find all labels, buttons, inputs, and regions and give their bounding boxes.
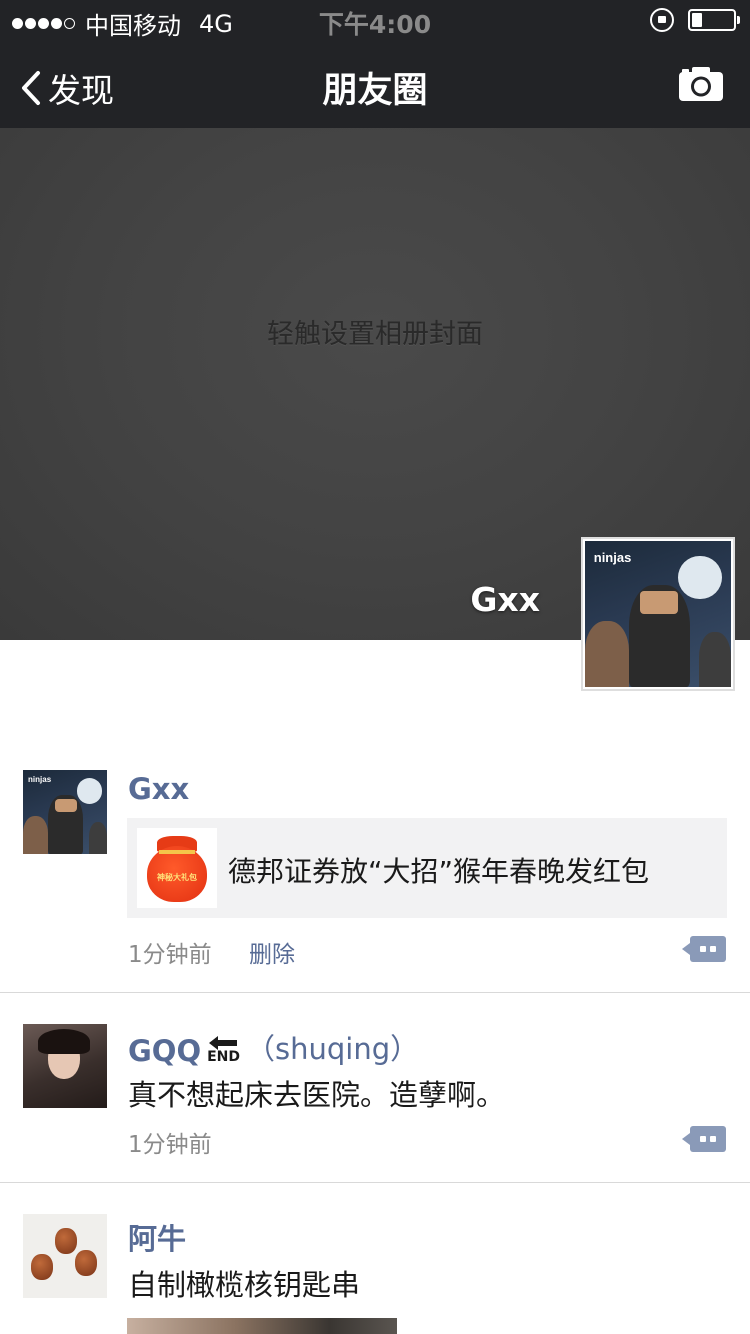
avatar[interactable] <box>23 1024 107 1108</box>
status-bar: 中国移动 4G 下午4:00 <box>0 0 750 40</box>
bead-shape <box>75 1250 97 1276</box>
battery-icon <box>688 9 740 31</box>
comment-icon[interactable] <box>682 1126 726 1152</box>
divider <box>0 992 750 993</box>
end-badge-text: END <box>207 1049 241 1065</box>
nav-bar: 发现 朋友圈 <box>0 40 750 128</box>
bag-label: 神秘大礼包 <box>157 873 197 882</box>
camera-button[interactable] <box>678 66 724 106</box>
bead-shape <box>55 1228 77 1254</box>
bag-tie <box>159 850 195 854</box>
figure-shape <box>23 816 49 854</box>
comment-icon[interactable] <box>682 936 726 962</box>
portrait-avatar-image <box>23 1024 107 1108</box>
link-thumbnail: 神秘大礼包 <box>137 828 217 908</box>
moon-shape <box>678 555 723 600</box>
link-title: 德邦证券放“大招”猴年春晚发红包 <box>228 855 650 888</box>
post-text: 自制橄榄核钥匙串 <box>128 1268 361 1302</box>
post-time: 1分钟前 <box>128 1132 212 1158</box>
face-shape <box>54 798 77 812</box>
status-right <box>650 8 740 32</box>
figure-shape <box>585 621 629 687</box>
camera-icon <box>679 67 723 101</box>
post-username[interactable]: Gxx <box>128 772 189 806</box>
post-time: 1分钟前 <box>128 942 212 968</box>
figure-shape <box>698 631 731 687</box>
status-time: 下午4:00 <box>318 10 432 39</box>
olive-pit-avatar-image <box>23 1214 107 1298</box>
cover-hint: 轻触设置相册封面 <box>267 319 483 350</box>
page-title: 朋友圈 <box>322 71 428 111</box>
battery-fill <box>692 13 702 27</box>
avatar-logo-text: ninjas <box>593 549 632 565</box>
arrow-left-icon <box>208 1036 237 1050</box>
avatar-logo-text: ninjas <box>28 775 52 785</box>
username-text: GQQ <box>128 1034 202 1068</box>
dot <box>700 946 706 952</box>
avatar[interactable] <box>23 1214 107 1298</box>
avatar[interactable]: ninjas <box>23 770 107 854</box>
dot <box>710 946 716 952</box>
post-text: 真不想起床去医院。造孽啊。 <box>128 1078 506 1112</box>
dot <box>700 1136 706 1142</box>
shared-link-card[interactable]: 神秘大礼包 德邦证券放“大招”猴年春晚发红包 <box>127 818 727 918</box>
end-badge: END <box>207 1036 240 1064</box>
profile-avatar[interactable]: ninjas <box>581 537 735 691</box>
face-shape <box>640 590 679 614</box>
ninja-avatar-image: ninjas <box>23 770 107 854</box>
figure-shape <box>88 822 107 854</box>
bead-shape <box>31 1254 53 1280</box>
post-username[interactable]: 阿牛 <box>128 1216 186 1258</box>
profile-name: Gxx <box>470 580 540 619</box>
delete-button[interactable]: 删除 <box>249 935 295 969</box>
post-username[interactable]: GQQ END （shuqing） <box>128 1026 419 1068</box>
ninja-avatar-image: ninjas <box>585 541 731 687</box>
divider <box>0 1182 750 1183</box>
moon-shape <box>76 778 102 804</box>
dot <box>710 1136 716 1142</box>
rotation-lock-icon <box>650 8 674 32</box>
hair-shape <box>38 1029 91 1055</box>
username-suffix: （shuqing） <box>246 1032 420 1066</box>
post-image[interactable] <box>127 1318 397 1334</box>
